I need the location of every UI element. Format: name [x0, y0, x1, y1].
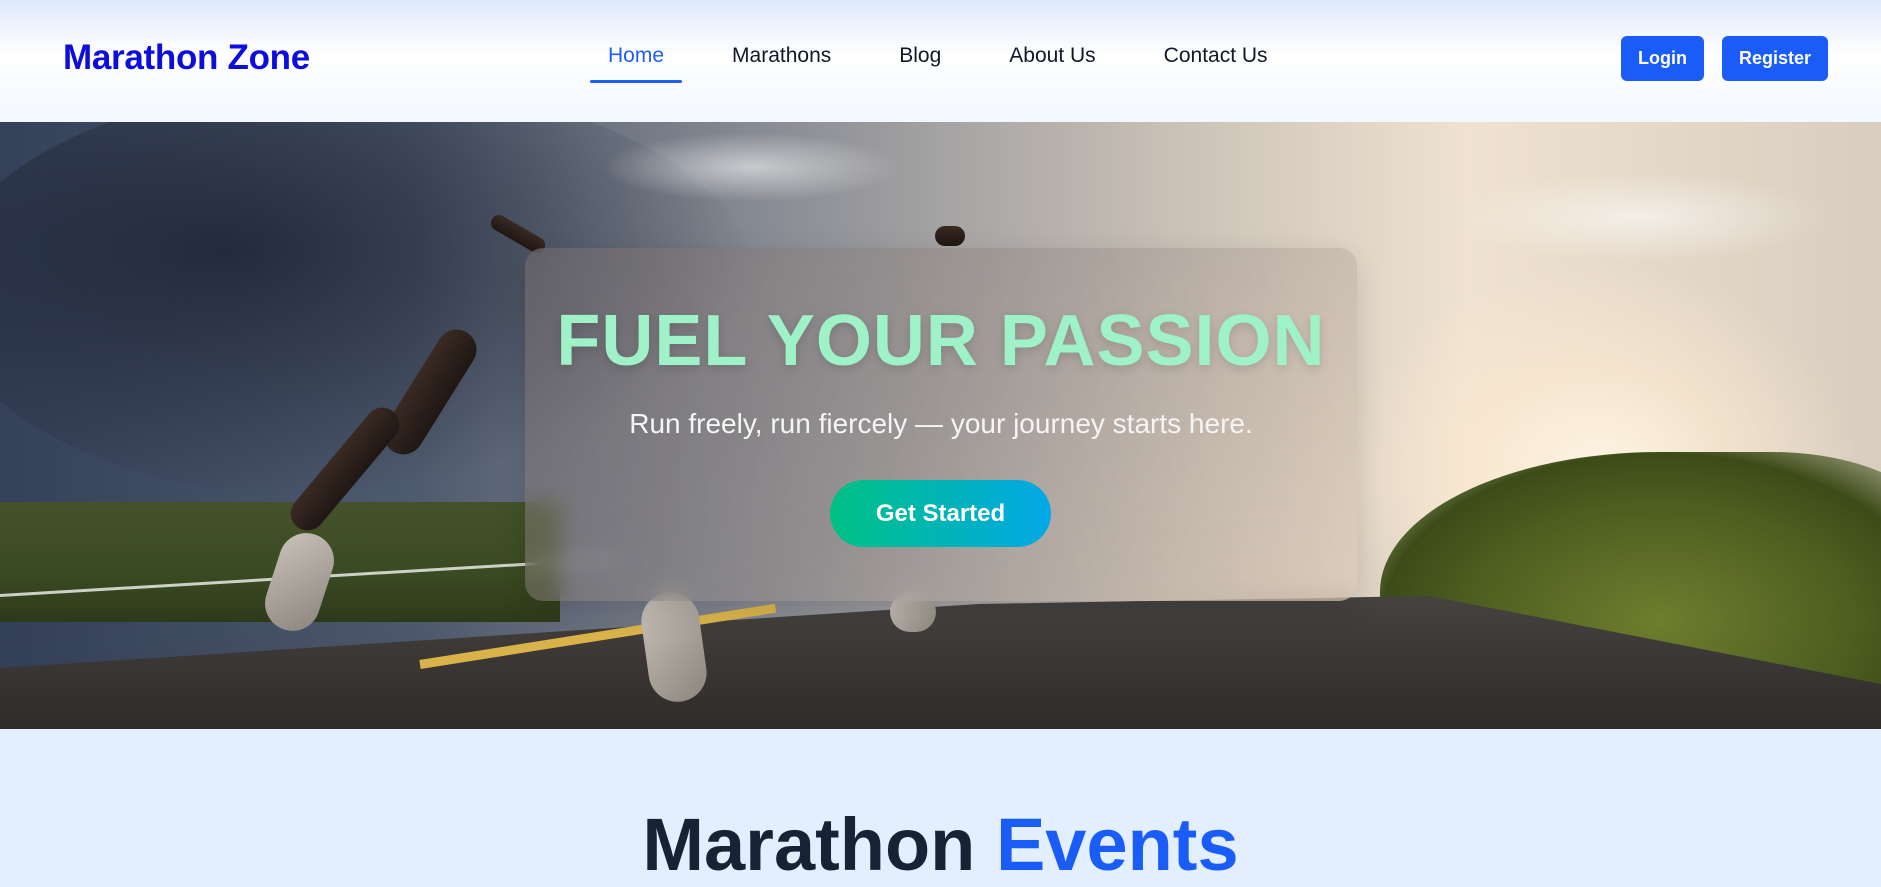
events-title-main: Marathon	[642, 803, 976, 886]
hero-title: FUEL YOUR PASSION	[556, 301, 1326, 381]
register-button[interactable]: Register	[1721, 36, 1828, 81]
events-title-accent: Events	[995, 803, 1239, 886]
nav-blog[interactable]: Blog	[881, 0, 959, 83]
nav-home-label: Home	[608, 44, 665, 67]
hero-runner-silhouette	[935, 226, 965, 246]
nav-marathons-label: Marathons	[732, 44, 832, 67]
hero-background-cloud	[600, 132, 900, 202]
nav-contact-us[interactable]: Contact Us	[1146, 0, 1286, 83]
nav-home[interactable]: Home	[590, 0, 683, 83]
navbar: Marathon Zone Home Marathons Blog About …	[0, 0, 1881, 122]
nav-marathons[interactable]: Marathons	[714, 0, 849, 83]
login-button[interactable]: Login	[1620, 36, 1704, 81]
nav-about-us[interactable]: About Us	[991, 0, 1113, 83]
active-underline	[590, 80, 683, 83]
hero-card: FUEL YOUR PASSION Run freely, run fierce…	[525, 248, 1357, 601]
get-started-button[interactable]: Get Started	[830, 480, 1051, 547]
hero-background-cloud	[1450, 172, 1830, 262]
brand-logo[interactable]: Marathon Zone	[63, 38, 310, 78]
nav-contact-us-label: Contact Us	[1163, 44, 1268, 67]
hero-section: FUEL YOUR PASSION Run freely, run fierce…	[0, 122, 1881, 729]
hero-subtitle: Run freely, run fiercely — your journey …	[629, 408, 1253, 439]
nav-about-us-label: About Us	[1009, 44, 1096, 67]
nav-blog-label: Blog	[899, 44, 942, 67]
nav-links: Home Marathons Blog About Us Contact Us	[590, 0, 1318, 122]
auth-buttons: Login Register	[1620, 36, 1828, 81]
events-section-title: Marathon Events	[0, 802, 1881, 887]
